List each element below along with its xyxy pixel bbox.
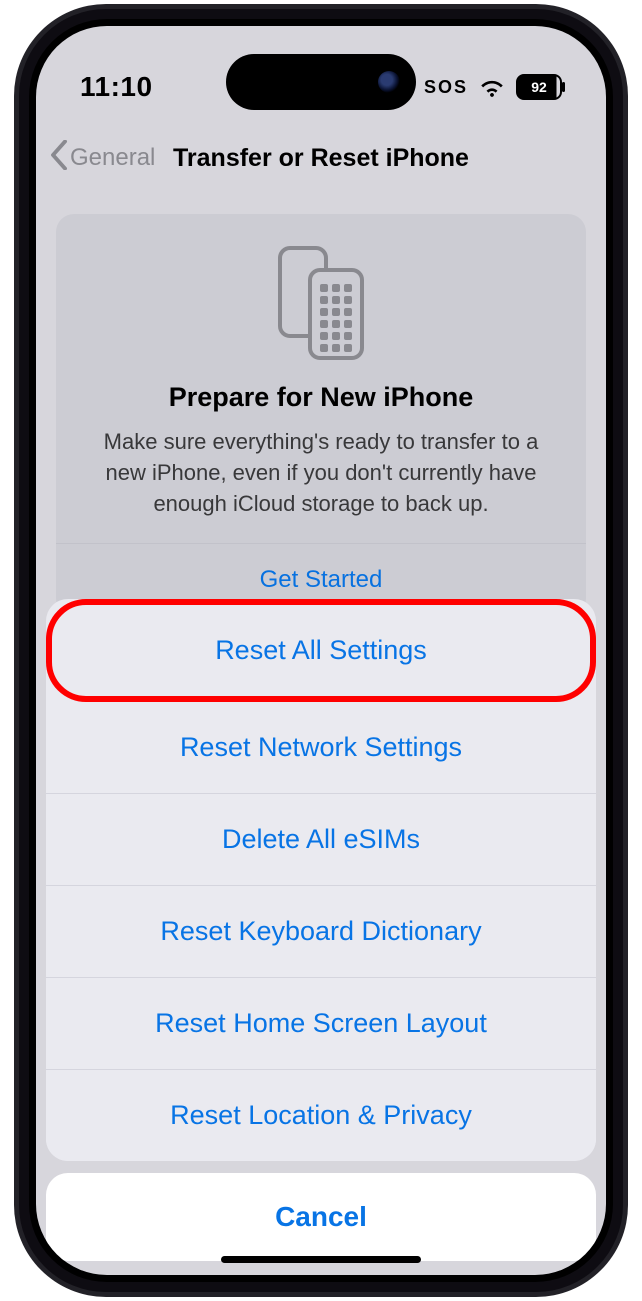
- page-title: Transfer or Reset iPhone: [173, 144, 469, 173]
- back-button[interactable]: General: [50, 126, 155, 190]
- prepare-title: Prepare for New iPhone: [82, 382, 560, 413]
- reset-home-screen-layout-option[interactable]: Reset Home Screen Layout: [46, 978, 596, 1070]
- reset-all-settings-option[interactable]: Reset All Settings: [46, 599, 596, 702]
- transfer-icon: [82, 242, 560, 362]
- navbar: General Transfer or Reset iPhone: [36, 126, 606, 190]
- screen: 11:10 SOS 92: [36, 26, 606, 1275]
- chevron-left-icon: [50, 140, 68, 177]
- action-sheet: Reset All SettingsReset Network Settings…: [46, 599, 596, 1261]
- back-label: General: [70, 144, 155, 172]
- cancel-button[interactable]: Cancel: [46, 1173, 596, 1261]
- delete-all-esims-option[interactable]: Delete All eSIMs: [46, 794, 596, 886]
- reset-location-privacy-option[interactable]: Reset Location & Privacy: [46, 1070, 596, 1161]
- reset-keyboard-dictionary-option[interactable]: Reset Keyboard Dictionary: [46, 886, 596, 978]
- sheet-list: Reset All SettingsReset Network Settings…: [46, 599, 596, 1161]
- prepare-desc: Make sure everything's ready to transfer…: [82, 427, 560, 519]
- home-indicator: [221, 1256, 421, 1263]
- prepare-card: Prepare for New iPhone Make sure everyth…: [56, 214, 586, 616]
- reset-network-settings-option[interactable]: Reset Network Settings: [46, 702, 596, 794]
- battery-level: 92: [531, 79, 547, 95]
- phone-frame: 11:10 SOS 92: [14, 4, 628, 1297]
